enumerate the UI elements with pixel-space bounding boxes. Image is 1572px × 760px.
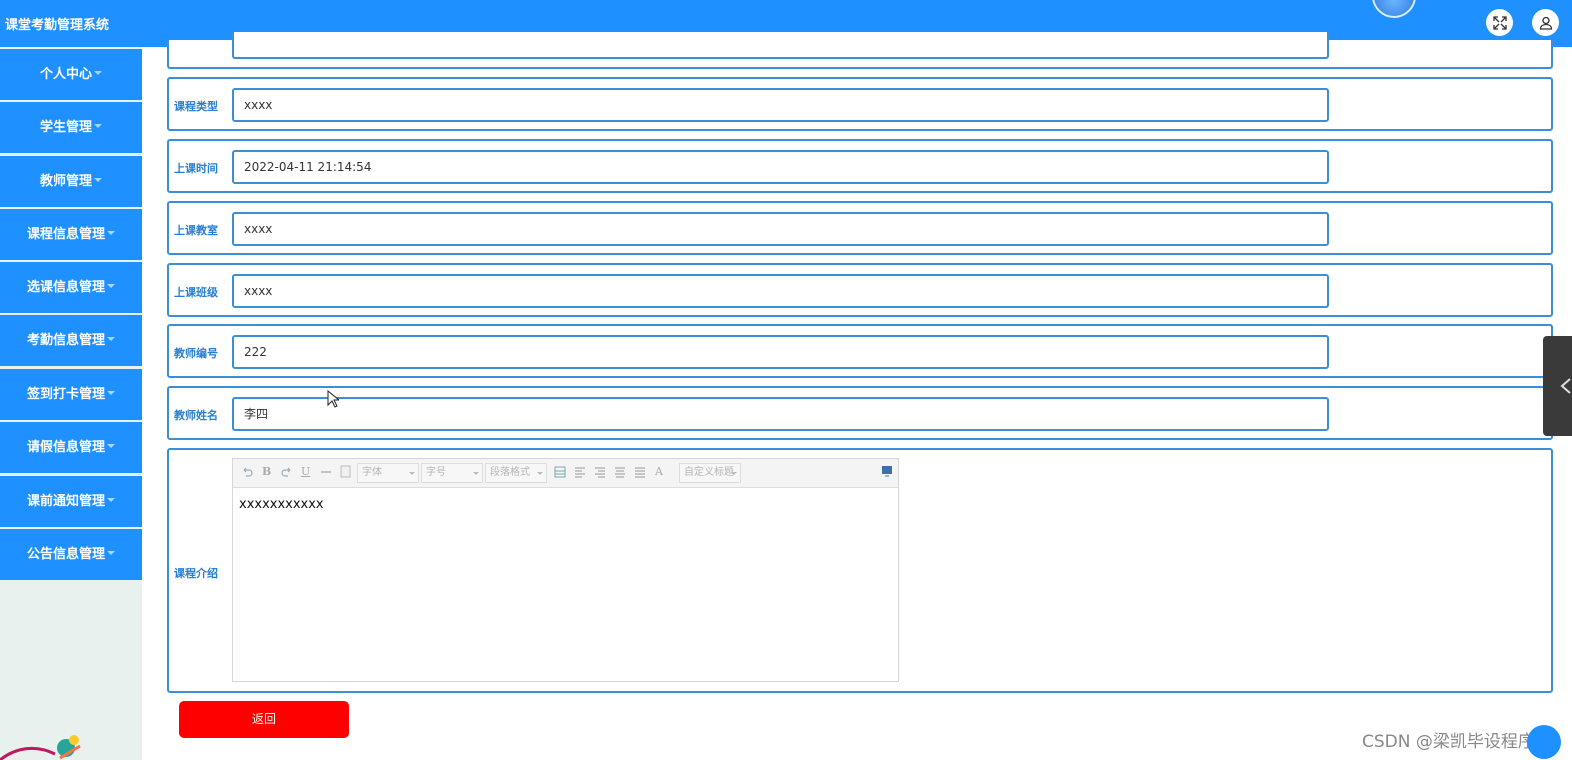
caret-down-icon bbox=[94, 71, 102, 75]
align-justify-icon[interactable] bbox=[634, 466, 646, 478]
sidebar-item-leave[interactable]: 请假信息管理 bbox=[0, 422, 142, 473]
align-center-icon[interactable] bbox=[614, 466, 626, 478]
editor-content[interactable]: xxxxxxxxxxx bbox=[239, 497, 324, 512]
teacher-name-input[interactable]: 李四 bbox=[232, 397, 1329, 431]
sidebar: 个人中心 学生管理 教师管理 课程信息管理 选课信息管理 考勤信息管理 签到打卡… bbox=[0, 47, 142, 760]
form-row-teacher-id: 教师编号 222 bbox=[167, 324, 1553, 378]
preview-icon[interactable] bbox=[881, 465, 893, 477]
sidebar-item-attendance[interactable]: 考勤信息管理 bbox=[0, 315, 142, 366]
sidebar-item-label: 学生管理 bbox=[39, 120, 92, 135]
sidebar-item-label: 签到打卡管理 bbox=[26, 387, 105, 402]
sidebar-item-label: 个人中心 bbox=[39, 67, 92, 82]
caret-down-icon bbox=[107, 337, 115, 341]
avatar[interactable] bbox=[1372, 0, 1416, 18]
partial-field-input[interactable] bbox=[232, 32, 1329, 59]
form-row-classroom: 上课教室 xxxx bbox=[167, 201, 1553, 255]
redo-icon[interactable] bbox=[281, 466, 293, 478]
editor-toolbar: B U 字体 字号 段落格式 A 自定义标题 bbox=[233, 459, 898, 488]
caret-down-icon bbox=[107, 498, 115, 502]
course-type-input[interactable]: xxxx bbox=[232, 88, 1329, 122]
rich-text-editor[interactable]: B U 字体 字号 段落格式 A 自定义标题 xxxxxxxxxxx bbox=[232, 458, 899, 682]
field-label: 教师编号 bbox=[174, 347, 218, 360]
font-family-select[interactable]: 字体 bbox=[357, 463, 419, 483]
field-label: 上课时间 bbox=[174, 162, 218, 175]
teacher-id-input[interactable]: 222 bbox=[232, 335, 1329, 369]
sidebar-item-pre-class-notice[interactable]: 课前通知管理 bbox=[0, 476, 142, 527]
back-button[interactable]: 返回 bbox=[179, 701, 349, 738]
table-icon[interactable] bbox=[554, 466, 566, 478]
field-label: 上课班级 bbox=[174, 286, 218, 299]
classroom-input[interactable]: xxxx bbox=[232, 212, 1329, 246]
paragraph-format-select[interactable]: 段落格式 bbox=[485, 463, 547, 483]
caret-down-icon bbox=[107, 551, 115, 555]
caret-down-icon bbox=[107, 284, 115, 288]
class-group-input[interactable]: xxxx bbox=[232, 274, 1329, 308]
form-row-course-intro: 课程介绍 B U 字体 字号 段落格式 A 自定义标题 xxxxxxxxxxx bbox=[167, 448, 1553, 693]
sidebar-item-label: 课程信息管理 bbox=[26, 227, 105, 242]
sidebar-item-courses[interactable]: 课程信息管理 bbox=[0, 209, 142, 260]
form-row-teacher-name: 教师姓名 李四 bbox=[167, 386, 1553, 440]
chevron-left-icon bbox=[1560, 378, 1571, 394]
undo-icon[interactable] bbox=[241, 466, 253, 478]
horizontal-rule-icon[interactable] bbox=[320, 467, 332, 477]
caret-down-icon bbox=[107, 231, 115, 235]
sidebar-item-teachers[interactable]: 教师管理 bbox=[0, 156, 142, 207]
field-label: 课程类型 bbox=[174, 100, 218, 113]
sidebar-item-label: 请假信息管理 bbox=[26, 440, 105, 455]
fullscreen-button[interactable] bbox=[1486, 9, 1513, 36]
form-row-course-type: 课程类型 xxxx bbox=[167, 77, 1553, 131]
caret-down-icon bbox=[94, 124, 102, 128]
field-label: 课程介绍 bbox=[174, 567, 218, 580]
caret-down-icon bbox=[107, 391, 115, 395]
sidebar-item-label: 课前通知管理 bbox=[26, 494, 105, 509]
underline-button[interactable]: U bbox=[301, 465, 310, 478]
mouse-cursor-icon bbox=[327, 390, 339, 408]
sidebar-item-announcements[interactable]: 公告信息管理 bbox=[0, 529, 142, 580]
sidebar-item-course-selection[interactable]: 选课信息管理 bbox=[0, 262, 142, 313]
sidebar-item-label: 选课信息管理 bbox=[26, 280, 105, 295]
sidebar-item-check-in[interactable]: 签到打卡管理 bbox=[0, 369, 142, 420]
form-row-class-group: 上课班级 xxxx bbox=[167, 263, 1553, 317]
align-right-icon[interactable] bbox=[594, 466, 606, 478]
form-row-class-time: 上课时间 2022-04-11 21:14:54 bbox=[167, 139, 1553, 193]
user-icon bbox=[1539, 16, 1552, 30]
custom-title-select[interactable]: 自定义标题 bbox=[679, 463, 741, 483]
field-label: 上课教室 bbox=[174, 224, 218, 237]
watermark: CSDN @梁凯毕设程序 bbox=[1362, 732, 1535, 752]
expand-icon bbox=[1492, 15, 1507, 30]
font-color-button[interactable]: A bbox=[655, 465, 663, 478]
sidebar-item-label: 教师管理 bbox=[39, 174, 92, 189]
sidebar-item-label: 考勤信息管理 bbox=[26, 333, 105, 348]
floating-action-button[interactable] bbox=[1527, 725, 1561, 759]
caret-down-icon bbox=[107, 444, 115, 448]
drawer-handle[interactable] bbox=[1543, 336, 1572, 436]
caret-down-icon bbox=[94, 178, 102, 182]
app-title: 课堂考勤管理系统 bbox=[5, 18, 110, 33]
bold-button[interactable]: B bbox=[262, 465, 271, 478]
align-left-icon[interactable] bbox=[574, 466, 586, 478]
user-menu-button[interactable] bbox=[1532, 9, 1559, 36]
paste-icon[interactable] bbox=[340, 465, 351, 478]
decoration-illustration bbox=[0, 735, 81, 760]
font-size-select[interactable]: 字号 bbox=[421, 463, 483, 483]
class-time-input[interactable]: 2022-04-11 21:14:54 bbox=[232, 150, 1329, 184]
field-label: 教师姓名 bbox=[174, 409, 218, 422]
form-row-partial bbox=[167, 32, 1553, 69]
sidebar-item-students[interactable]: 学生管理 bbox=[0, 102, 142, 153]
sidebar-item-personal-center[interactable]: 个人中心 bbox=[0, 49, 142, 100]
sidebar-item-label: 公告信息管理 bbox=[26, 547, 105, 562]
